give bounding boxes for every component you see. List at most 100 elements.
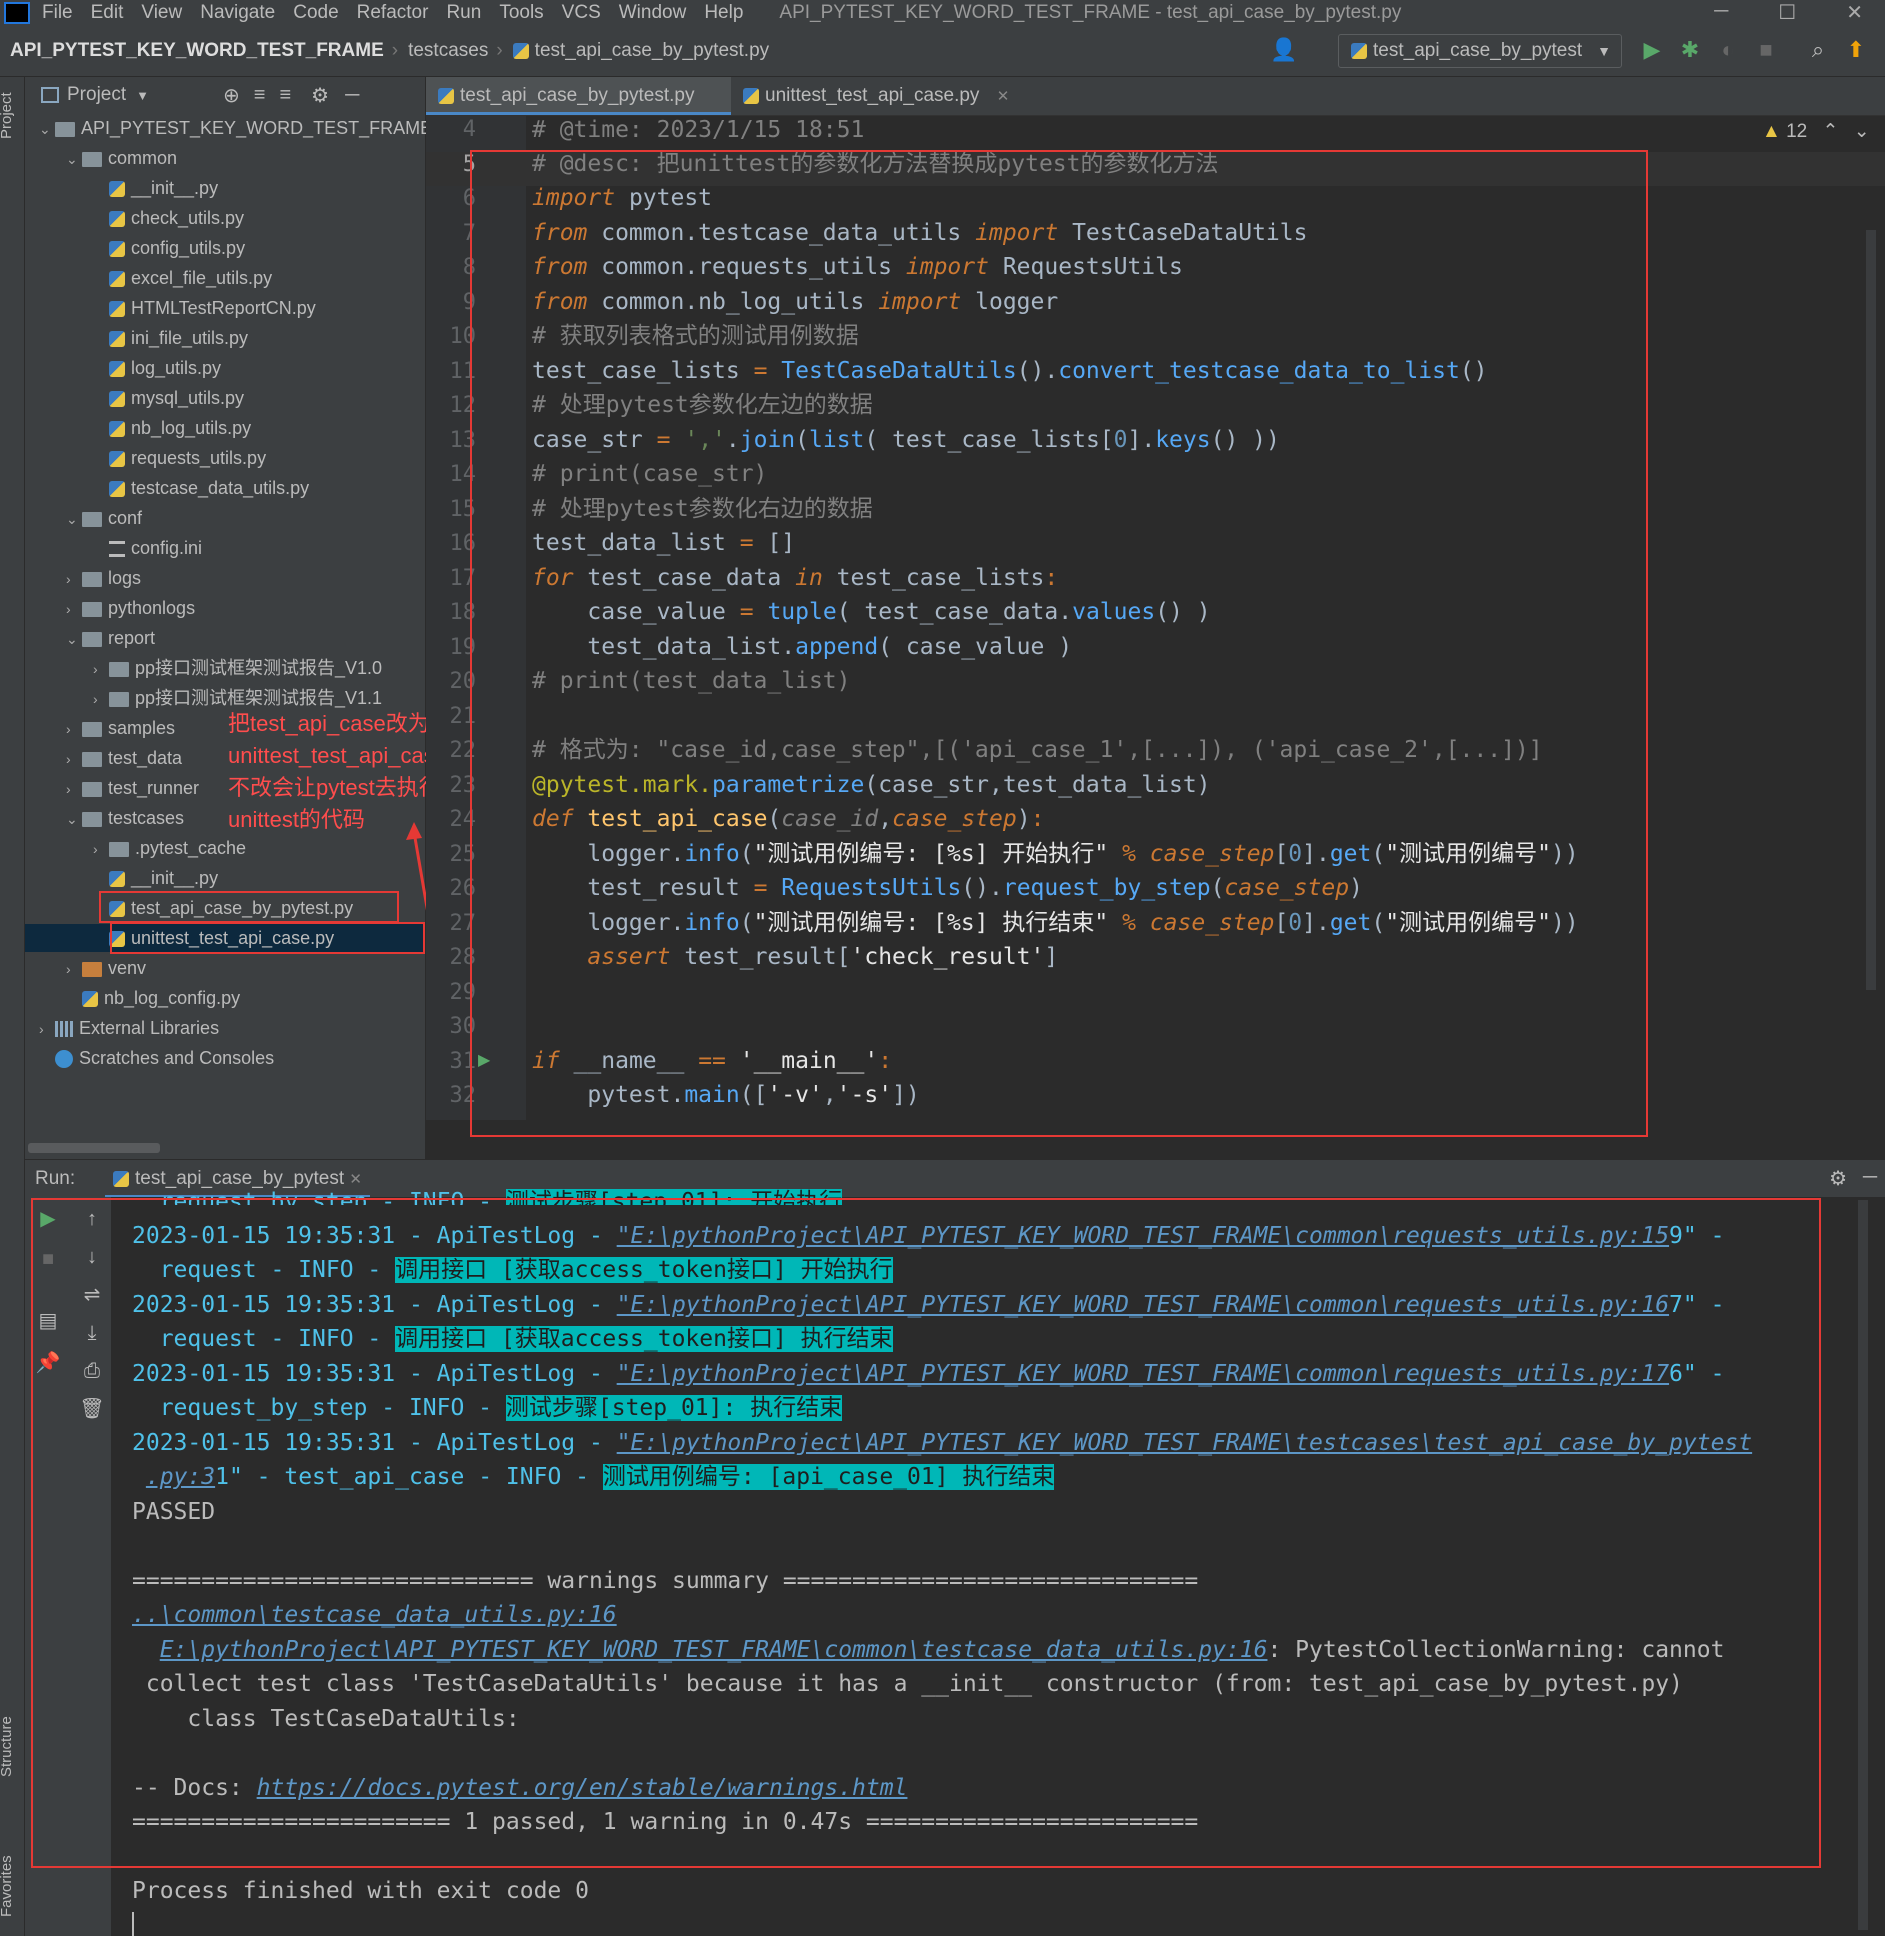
tree-item[interactable]: testcase_data_utils.py <box>25 474 425 502</box>
chevron-right-icon[interactable]: › <box>93 655 109 683</box>
gear-icon[interactable]: ⚙ <box>1829 1166 1847 1191</box>
chevron-right-icon[interactable]: › <box>93 835 109 863</box>
menu-help[interactable]: Help <box>704 2 743 24</box>
tree-item[interactable]: › pythonlogs <box>25 594 425 622</box>
python-file-icon <box>82 991 98 1008</box>
chevron-right-icon[interactable]: › <box>66 745 82 773</box>
hide-panel-icon[interactable]: ─ <box>345 84 359 107</box>
chevron-down-icon[interactable]: ⌄ <box>66 145 82 173</box>
tree-item[interactable]: › venv <box>25 954 425 982</box>
chevron-up-icon[interactable]: ⌃ <box>1823 121 1839 142</box>
warnings-count: 12 <box>1786 121 1808 142</box>
expand-all-icon[interactable]: ≡ <box>254 84 266 107</box>
project-scrollbar[interactable] <box>28 1143 160 1153</box>
chevron-right-icon[interactable]: › <box>66 715 82 743</box>
chevron-down-icon[interactable]: ⌄ <box>66 805 82 833</box>
chevron-right-icon[interactable]: › <box>39 1015 55 1043</box>
tree-item[interactable]: ⌄ testcases <box>25 804 425 832</box>
tree-item[interactable]: config.ini <box>25 534 425 562</box>
tree-item[interactable]: nb_log_config.py <box>25 984 425 1012</box>
close-tab-icon[interactable]: ✕ <box>997 88 1010 105</box>
menu-code[interactable]: Code <box>293 2 338 24</box>
left-tool-strip: Project Structure Favorites <box>0 77 25 1936</box>
tree-item[interactable]: __init__.py <box>25 864 425 892</box>
tree-item[interactable]: ⌄ API_PYTEST_KEY_WORD_TEST_FRAME <box>25 114 432 143</box>
structure-tool-tab[interactable]: Structure <box>0 1716 15 1777</box>
tab-unittest-test-api-case[interactable]: unittest_test_api_case.py ✕ <box>731 77 1045 115</box>
hide-panel-icon[interactable]: ─ <box>1863 1166 1877 1189</box>
tree-item[interactable]: › logs <box>25 564 425 592</box>
folder-icon <box>109 661 129 677</box>
editor-scrollbar[interactable] <box>1866 230 1876 990</box>
chevron-right-icon[interactable]: › <box>66 595 82 623</box>
menu-run[interactable]: Run <box>446 2 481 24</box>
close-window-icon[interactable]: ✕ <box>1846 0 1863 25</box>
debug-icon[interactable]: ✱ <box>1676 36 1704 64</box>
tree-item[interactable]: › External Libraries <box>25 1014 425 1042</box>
tree-item[interactable]: __init__.py <box>25 174 425 202</box>
minimize-icon[interactable]: ─ <box>1714 0 1728 25</box>
menu-edit[interactable]: Edit <box>91 2 124 24</box>
gear-icon[interactable]: ⚙ <box>311 83 329 108</box>
favorites-tool-tab[interactable]: Favorites <box>0 1855 15 1917</box>
tree-item-label: requests_utils.py <box>131 448 267 468</box>
coverage-icon[interactable]: ◐ <box>1714 36 1742 64</box>
tree-item[interactable]: config_utils.py <box>25 234 425 262</box>
breadcrumb-folder[interactable]: testcases <box>408 40 488 62</box>
tab-test-api-case-by-pytest[interactable]: test_api_case_by_pytest.py ✕ <box>426 77 731 143</box>
tree-item[interactable]: check_utils.py <box>25 204 425 232</box>
project-panel-title[interactable]: Project <box>67 84 126 106</box>
tree-item[interactable]: ⌄ common <box>25 144 425 172</box>
run-configuration-select[interactable]: test_api_case_by_pytest ▼ <box>1338 34 1622 68</box>
console-scrollbar[interactable] <box>1858 1200 1868 1930</box>
search-icon[interactable]: ⌕ <box>1804 36 1832 64</box>
tree-item[interactable]: mysql_utils.py <box>25 384 425 412</box>
breadcrumb-file-label: test_api_case_by_pytest.py <box>534 40 770 61</box>
tree-item[interactable]: requests_utils.py <box>25 444 425 472</box>
tree-item[interactable]: Scratches and Consoles <box>25 1044 425 1072</box>
warnings-indicator[interactable]: ▲ 12 ⌃ ⌄ <box>1762 120 1870 143</box>
tree-item[interactable]: › pp接口测试框架测试报告_V1.0 <box>25 654 425 682</box>
chevron-down-icon[interactable]: ⌄ <box>39 115 55 143</box>
python-file-icon <box>512 42 529 59</box>
menu-window[interactable]: Window <box>619 2 687 24</box>
tree-item[interactable]: log_utils.py <box>25 354 425 382</box>
tree-item[interactable]: › .pytest_cache <box>25 834 425 862</box>
chevron-right-icon[interactable]: › <box>66 775 82 803</box>
menu-view[interactable]: View <box>141 2 182 24</box>
chevron-down-icon[interactable]: ⌄ <box>66 505 82 533</box>
folder-icon <box>82 511 102 527</box>
run-icon[interactable]: ▶ <box>1638 36 1666 64</box>
folder-icon <box>82 811 102 827</box>
menu-tools[interactable]: Tools <box>499 2 543 24</box>
tree-item[interactable]: HTMLTestReportCN.py <box>25 294 425 322</box>
breadcrumb-file[interactable]: test_api_case_by_pytest.py <box>512 40 770 62</box>
menu-vcs[interactable]: VCS <box>562 2 601 24</box>
update-icon[interactable]: ⬆ <box>1842 36 1870 64</box>
tree-item-label: nb_log_utils.py <box>131 418 252 438</box>
chevron-right-icon[interactable]: › <box>66 565 82 593</box>
tree-item[interactable]: ⌄ report <box>25 624 425 652</box>
menu-refactor[interactable]: Refactor <box>357 2 429 24</box>
chevron-down-icon[interactable]: ▼ <box>136 88 149 103</box>
breadcrumb-separator-icon: › <box>391 40 399 61</box>
project-tool-tab[interactable]: Project <box>0 92 15 139</box>
chevron-down-icon[interactable]: ⌄ <box>66 625 82 653</box>
menu-navigate[interactable]: Navigate <box>200 2 275 24</box>
chevron-right-icon[interactable]: › <box>66 955 82 983</box>
user-icon[interactable]: 👤 <box>1270 36 1298 64</box>
collapse-all-icon[interactable]: ≡ <box>279 84 291 107</box>
tree-item-label: .pytest_cache <box>135 838 247 858</box>
maximize-icon[interactable]: ☐ <box>1778 0 1796 25</box>
menu-file[interactable]: File <box>42 2 73 24</box>
stop-icon[interactable]: ■ <box>1752 36 1780 64</box>
tree-item[interactable]: ⌄ conf <box>25 504 425 532</box>
tree-item[interactable]: nb_log_utils.py <box>25 414 425 442</box>
chevron-down-icon[interactable]: ⌄ <box>1854 121 1870 142</box>
tree-item[interactable]: ini_file_utils.py <box>25 324 425 352</box>
locate-icon[interactable]: ⊕ <box>223 83 240 108</box>
breadcrumb-project[interactable]: API_PYTEST_KEY_WORD_TEST_FRAME <box>10 40 384 62</box>
python-file-icon <box>438 87 454 104</box>
chevron-right-icon[interactable]: › <box>93 685 109 713</box>
tree-item[interactable]: excel_file_utils.py <box>25 264 425 292</box>
